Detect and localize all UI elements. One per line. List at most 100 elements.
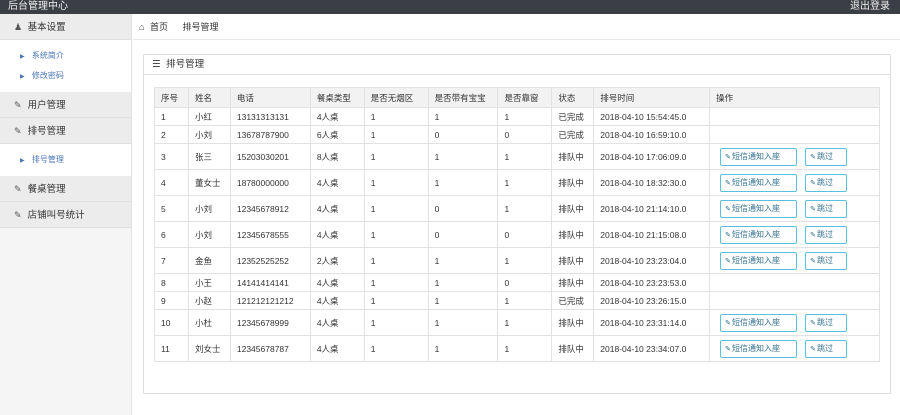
list-icon: ☰ xyxy=(152,59,161,70)
sms-notify-button[interactable]: ✎短信通知入座 xyxy=(720,313,798,332)
row-number: 9 xyxy=(154,291,189,310)
sms-notify-button[interactable]: ✎短信通知入座 xyxy=(720,339,798,358)
row-actions xyxy=(709,125,880,144)
row-status: 已完成 xyxy=(551,291,595,310)
row-number: 5 xyxy=(154,195,189,222)
row-number: 2 xyxy=(154,125,189,144)
sidebar-group-basic-settings[interactable]: ♟ 基本设置 xyxy=(0,14,131,40)
row-status: 排队中 xyxy=(551,309,595,336)
row-with-baby: 1 xyxy=(427,309,499,336)
row-queue-time: 2018-04-10 23:23:53.0 xyxy=(593,273,711,292)
top-bar: 后台管理中心 退出登录 xyxy=(0,0,900,14)
row-status: 排队中 xyxy=(551,273,595,292)
edit-icon: ✎ xyxy=(810,257,816,265)
row-table-type: 4人桌 xyxy=(309,335,365,362)
column-header: 是否无烟区 xyxy=(363,87,429,108)
edit-icon: ✎ xyxy=(810,345,816,353)
column-header: 排号时间 xyxy=(593,87,711,108)
sidebar-group-label: 用户管理 xyxy=(27,100,66,111)
row-with-baby: 1 xyxy=(427,143,499,170)
sms-notify-button[interactable]: ✎短信通知入座 xyxy=(720,225,798,244)
sidebar-group-queue-management[interactable]: ✎ 排号管理 xyxy=(0,118,131,144)
table-body: 1 小红 13131313131 4人桌 1 1 1 已完成 2018-04-10 15:54:… xyxy=(154,107,880,362)
sms-notify-button[interactable]: ✎短信通知入座 xyxy=(720,173,798,192)
edit-icon: ✎ xyxy=(725,179,731,187)
row-no-smoking: 1 xyxy=(363,247,429,274)
sidebar-group-call-statistics[interactable]: ✎ 店铺叫号统计 xyxy=(0,202,131,228)
sidebar-group-table-management[interactable]: ✎ 餐桌管理 xyxy=(0,176,131,202)
button-label: 跳过 xyxy=(817,343,833,353)
row-with-baby: 1 xyxy=(427,273,499,292)
button-label: 跳过 xyxy=(817,203,833,213)
sidebar-group-user-management[interactable]: ✎ 用户管理 xyxy=(0,92,131,118)
row-queue-time: 2018-04-10 21:14:10.0 xyxy=(593,195,711,222)
sidebar-item-label: 系统简介 xyxy=(31,51,64,60)
sidebar-item-queue-management[interactable]: ▶ 排号管理 xyxy=(0,150,131,170)
breadcrumb-home[interactable]: 首页 xyxy=(150,22,168,32)
row-no-smoking: 1 xyxy=(363,169,429,196)
button-label: 短信通知入座 xyxy=(732,343,780,353)
row-queue-time: 2018-04-10 15:54:45.0 xyxy=(593,107,711,126)
row-table-type: 4人桌 xyxy=(309,273,365,292)
row-no-smoking: 1 xyxy=(363,335,429,362)
column-header: 是否靠窗 xyxy=(497,87,553,108)
sms-notify-button[interactable]: ✎短信通知入座 xyxy=(720,199,798,218)
row-with-baby: 0 xyxy=(427,221,499,248)
skip-button[interactable]: ✎跳过 xyxy=(805,199,848,218)
skip-button[interactable]: ✎跳过 xyxy=(805,173,848,192)
caret-right-icon: ▶ xyxy=(20,158,25,164)
edit-icon: ✎ xyxy=(14,100,22,110)
row-by-window: 0 xyxy=(497,221,553,248)
sms-notify-button[interactable]: ✎短信通知入座 xyxy=(720,251,798,270)
row-number: 11 xyxy=(154,335,189,362)
sidebar-item-change-password[interactable]: ▶ 修改密码 xyxy=(0,66,131,86)
column-header: 电话 xyxy=(229,87,311,108)
row-number: 4 xyxy=(154,169,189,196)
row-with-baby: 1 xyxy=(427,107,499,126)
row-phone: 12345678787 xyxy=(229,335,311,362)
row-name: 小红 xyxy=(187,107,231,126)
row-by-window: 1 xyxy=(497,247,553,274)
queue-panel: ☰ 排号管理 序号 姓名 电话 餐桌类型 是否无烟区 是否带有宝宝 是否靠窗 状态 排号时间 操作… xyxy=(143,54,891,394)
row-no-smoking: 1 xyxy=(363,125,429,144)
row-name: 小杜 xyxy=(187,309,231,336)
logout-link[interactable]: 退出登录 xyxy=(850,0,890,12)
table-row: 1 小红 13131313131 4人桌 1 1 1 已完成 2018-04-10 15:54:… xyxy=(154,107,880,126)
panel-header: ☰ 排号管理 xyxy=(144,55,890,75)
row-with-baby: 1 xyxy=(427,169,499,196)
row-queue-time: 2018-04-10 18:32:30.0 xyxy=(593,169,711,196)
row-phone: 12352525252 xyxy=(229,247,311,274)
row-no-smoking: 1 xyxy=(363,143,429,170)
skip-button[interactable]: ✎跳过 xyxy=(805,339,848,358)
skip-button[interactable]: ✎跳过 xyxy=(805,147,848,166)
sidebar-item-system-intro[interactable]: ▶ 系统简介 xyxy=(0,46,131,66)
row-no-smoking: 1 xyxy=(363,273,429,292)
row-table-type: 4人桌 xyxy=(309,107,365,126)
sidebar-group-label: 店铺叫号统计 xyxy=(27,210,85,221)
caret-right-icon: ▶ xyxy=(20,54,25,60)
skip-button[interactable]: ✎跳过 xyxy=(805,225,848,244)
row-table-type: 4人桌 xyxy=(309,221,365,248)
row-name: 刘女士 xyxy=(187,335,231,362)
row-status: 排队中 xyxy=(551,221,595,248)
button-label: 短信通知入座 xyxy=(732,203,780,213)
row-phone: 15203030201 xyxy=(229,143,311,170)
edit-icon: ✎ xyxy=(14,126,22,136)
row-table-type: 4人桌 xyxy=(309,291,365,310)
sms-notify-button[interactable]: ✎短信通知入座 xyxy=(720,147,798,166)
edit-icon: ✎ xyxy=(810,179,816,187)
button-label: 跳过 xyxy=(817,177,833,187)
sidebar-item-label: 排号管理 xyxy=(31,155,64,164)
row-no-smoking: 1 xyxy=(363,309,429,336)
edit-icon: ✎ xyxy=(725,231,731,239)
row-phone: 13131313131 xyxy=(229,107,311,126)
edit-icon: ✎ xyxy=(725,153,731,161)
row-name: 董女士 xyxy=(187,169,231,196)
skip-button[interactable]: ✎跳过 xyxy=(805,251,848,270)
table-row: 9 小赵 121212121212 4人桌 1 1 1 已完成 2018-04-10 23:26… xyxy=(154,291,880,310)
row-actions: ✎短信通知入座 ✎跳过 xyxy=(709,221,880,248)
row-queue-time: 2018-04-10 23:26:15.0 xyxy=(593,291,711,310)
skip-button[interactable]: ✎跳过 xyxy=(805,313,848,332)
home-icon: ⌂ xyxy=(139,22,145,32)
breadcrumb-current: 排号管理 xyxy=(182,22,219,32)
